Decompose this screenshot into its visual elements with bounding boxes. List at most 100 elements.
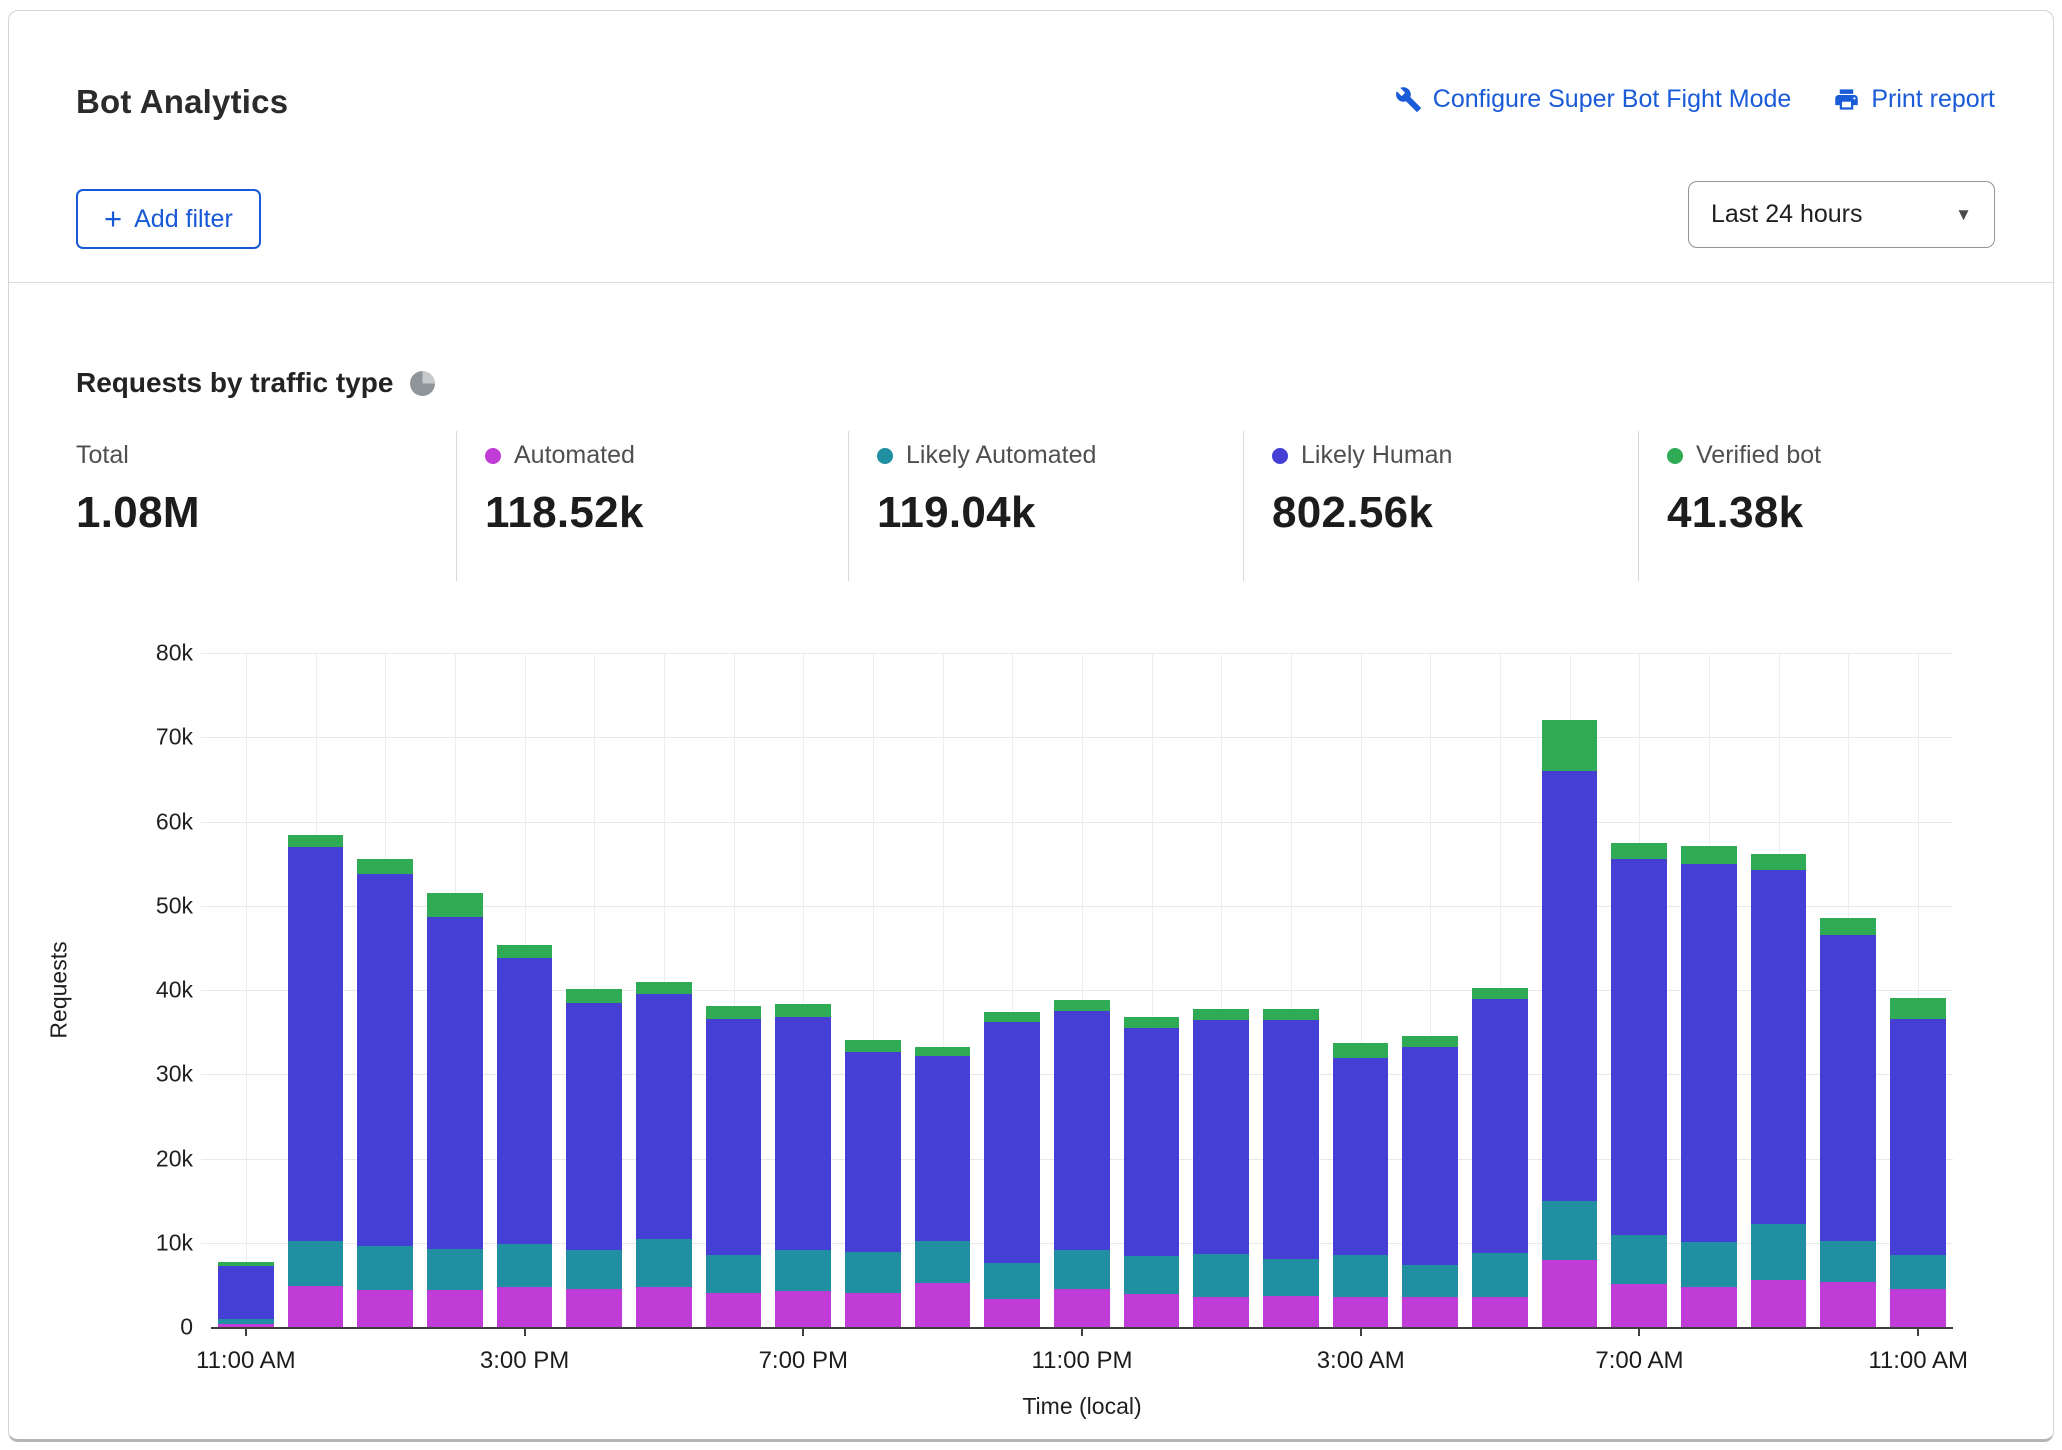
bar-segment-automated[interactable]	[1263, 1296, 1319, 1327]
bar-segment-automated[interactable]	[427, 1290, 483, 1327]
stacked-bar-200pm[interactable]	[427, 893, 483, 1327]
stacked-bar-200am[interactable]	[1263, 1009, 1319, 1327]
bar-segment-verified-bot[interactable]	[1333, 1043, 1389, 1058]
bar-segment-likely-automated[interactable]	[1890, 1255, 1946, 1290]
bar-segment-likely-automated[interactable]	[288, 1241, 344, 1286]
bar-segment-likely-human[interactable]	[1193, 1020, 1249, 1254]
bar-segment-automated[interactable]	[1681, 1287, 1737, 1327]
bar-segment-likely-human[interactable]	[1054, 1011, 1110, 1250]
bar-segment-likely-automated[interactable]	[1681, 1242, 1737, 1287]
bar-segment-likely-human[interactable]	[1542, 771, 1598, 1202]
bar-segment-verified-bot[interactable]	[1402, 1036, 1458, 1047]
bar-segment-likely-automated[interactable]	[1124, 1256, 1180, 1294]
bar-segment-likely-human[interactable]	[1472, 999, 1528, 1253]
bar-segment-automated[interactable]	[288, 1286, 344, 1327]
bar-segment-likely-human[interactable]	[775, 1017, 831, 1250]
bar-segment-automated[interactable]	[566, 1289, 622, 1327]
bar-segment-likely-human[interactable]	[357, 874, 413, 1246]
bar-segment-automated[interactable]	[1472, 1297, 1528, 1327]
bar-segment-likely-human[interactable]	[1820, 935, 1876, 1241]
bar-segment-verified-bot[interactable]	[1054, 1000, 1110, 1011]
bar-segment-verified-bot[interactable]	[915, 1047, 971, 1055]
bar-segment-likely-automated[interactable]	[636, 1239, 692, 1286]
bar-segment-likely-automated[interactable]	[1472, 1253, 1528, 1297]
bar-segment-verified-bot[interactable]	[845, 1040, 901, 1052]
bar-segment-likely-human[interactable]	[288, 847, 344, 1241]
stacked-bar-400pm[interactable]	[566, 989, 622, 1327]
configure-super-bot-fight-mode-link[interactable]: Configure Super Bot Fight Mode	[1395, 85, 1792, 114]
bar-segment-automated[interactable]	[497, 1287, 553, 1327]
print-report-link[interactable]: Print report	[1833, 85, 1995, 114]
stacked-bar-1200pm[interactable]	[288, 835, 344, 1327]
bar-segment-verified-bot[interactable]	[1542, 720, 1598, 771]
stacked-bar-100pm[interactable]	[357, 859, 413, 1327]
bar-segment-automated[interactable]	[1611, 1284, 1667, 1327]
bar-segment-automated[interactable]	[1542, 1260, 1598, 1327]
bar-segment-verified-bot[interactable]	[1751, 854, 1807, 870]
bar-segment-automated[interactable]	[1890, 1289, 1946, 1327]
bar-segment-automated[interactable]	[1124, 1294, 1180, 1327]
bar-segment-likely-human[interactable]	[497, 958, 553, 1244]
bar-segment-verified-bot[interactable]	[566, 989, 622, 1002]
bar-segment-likely-automated[interactable]	[1542, 1201, 1598, 1259]
bar-segment-likely-automated[interactable]	[1820, 1241, 1876, 1282]
bar-segment-likely-automated[interactable]	[427, 1249, 483, 1290]
bar-segment-automated[interactable]	[636, 1287, 692, 1327]
stacked-bar-1100pm[interactable]	[1054, 1000, 1110, 1327]
stacked-bar-1200am[interactable]	[1124, 1017, 1180, 1327]
stacked-bar-400am[interactable]	[1402, 1036, 1458, 1327]
bar-segment-automated[interactable]	[775, 1291, 831, 1327]
bar-segment-likely-human[interactable]	[566, 1003, 622, 1251]
bar-segment-automated[interactable]	[1333, 1297, 1389, 1326]
bar-segment-verified-bot[interactable]	[427, 893, 483, 917]
bar-segment-verified-bot[interactable]	[706, 1006, 762, 1019]
bar-segment-verified-bot[interactable]	[775, 1004, 831, 1017]
bar-segment-likely-human[interactable]	[1751, 870, 1807, 1224]
bar-segment-automated[interactable]	[1820, 1282, 1876, 1327]
bar-segment-automated[interactable]	[357, 1290, 413, 1327]
bar-segment-likely-human[interactable]	[1611, 859, 1667, 1236]
bar-segment-verified-bot[interactable]	[1820, 918, 1876, 936]
stacked-bar-500am[interactable]	[1472, 988, 1528, 1327]
bar-segment-verified-bot[interactable]	[497, 945, 553, 958]
bar-segment-verified-bot[interactable]	[1263, 1009, 1319, 1020]
bar-segment-automated[interactable]	[1402, 1297, 1458, 1327]
stacked-bar-500pm[interactable]	[636, 982, 692, 1327]
add-filter-button[interactable]: + Add filter	[76, 189, 261, 249]
bar-segment-likely-human[interactable]	[218, 1266, 274, 1319]
bar-segment-likely-automated[interactable]	[775, 1250, 831, 1290]
bar-segment-likely-human[interactable]	[636, 994, 692, 1239]
stacked-bar-900am[interactable]	[1751, 854, 1807, 1327]
bar-segment-automated[interactable]	[1193, 1297, 1249, 1327]
bar-segment-automated[interactable]	[915, 1283, 971, 1327]
bar-segment-likely-human[interactable]	[1263, 1020, 1319, 1258]
bar-segment-verified-bot[interactable]	[1124, 1017, 1180, 1028]
stacked-bar-800am[interactable]	[1681, 846, 1737, 1327]
stacked-bar-600am[interactable]	[1542, 720, 1598, 1327]
bar-segment-likely-human[interactable]	[845, 1052, 901, 1253]
stacked-bar-1000pm[interactable]	[984, 1012, 1040, 1327]
bar-segment-likely-automated[interactable]	[1054, 1250, 1110, 1289]
bar-segment-likely-human[interactable]	[1402, 1047, 1458, 1265]
bar-segment-likely-human[interactable]	[427, 917, 483, 1249]
bar-segment-likely-automated[interactable]	[1402, 1265, 1458, 1296]
bar-segment-verified-bot[interactable]	[288, 835, 344, 847]
bar-segment-likely-automated[interactable]	[1193, 1254, 1249, 1297]
bar-segment-likely-automated[interactable]	[706, 1255, 762, 1293]
bar-segment-likely-human[interactable]	[1333, 1058, 1389, 1255]
bar-segment-likely-automated[interactable]	[357, 1246, 413, 1290]
bar-segment-likely-human[interactable]	[915, 1056, 971, 1241]
bar-segment-automated[interactable]	[1751, 1280, 1807, 1327]
bar-segment-likely-automated[interactable]	[1751, 1224, 1807, 1280]
bar-segment-automated[interactable]	[706, 1293, 762, 1327]
bar-segment-likely-automated[interactable]	[497, 1244, 553, 1287]
bar-segment-likely-automated[interactable]	[845, 1252, 901, 1293]
bar-segment-automated[interactable]	[218, 1324, 274, 1327]
bar-segment-verified-bot[interactable]	[357, 859, 413, 874]
bar-segment-likely-human[interactable]	[984, 1022, 1040, 1263]
bar-segment-automated[interactable]	[845, 1293, 901, 1327]
bar-segment-likely-human[interactable]	[1681, 864, 1737, 1242]
bar-segment-verified-bot[interactable]	[1472, 988, 1528, 999]
stacked-bar-800pm[interactable]	[845, 1040, 901, 1327]
stacked-bar-600pm[interactable]	[706, 1006, 762, 1327]
